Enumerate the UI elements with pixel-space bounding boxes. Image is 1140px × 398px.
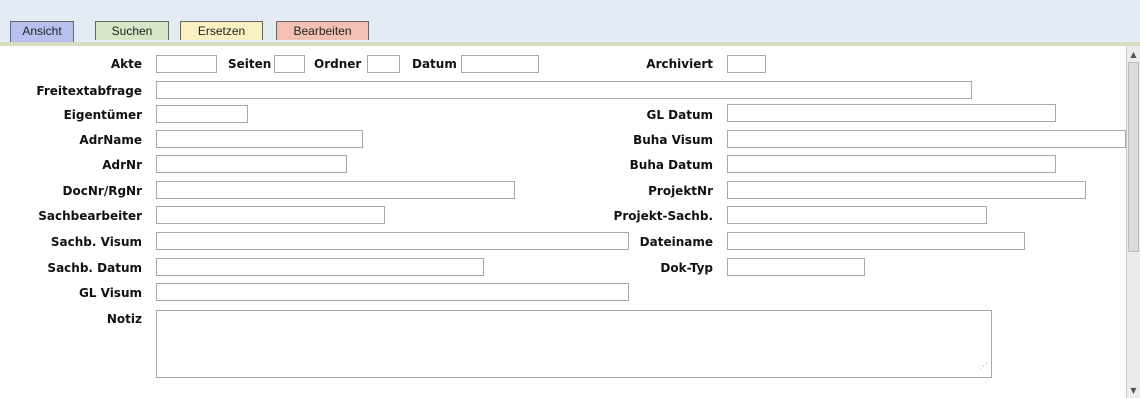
dateiname-input[interactable]: [727, 232, 1025, 250]
label-docnr-rgnr: DocNr/RgNr: [62, 184, 142, 198]
tab-suchen[interactable]: Suchen: [95, 21, 169, 40]
label-sachbearbeiter: Sachbearbeiter: [38, 209, 142, 223]
tab-bar: [0, 0, 1140, 42]
eigentuemer-input[interactable]: [156, 105, 248, 123]
label-eigentuemer: Eigentümer: [63, 108, 142, 122]
label-sachb-datum: Sachb. Datum: [47, 261, 142, 275]
sachb-datum-input[interactable]: [156, 258, 484, 276]
projektnr-input[interactable]: [727, 181, 1086, 199]
adrnr-input[interactable]: [156, 155, 347, 173]
gl-datum-input[interactable]: [727, 104, 1056, 122]
tab-bearbeiten[interactable]: Bearbeiten: [276, 21, 369, 40]
projekt-sachb-input[interactable]: [727, 206, 987, 224]
ordner-input[interactable]: [367, 55, 400, 73]
sachb-visum-input[interactable]: [156, 232, 629, 250]
label-datum: Datum: [412, 57, 457, 71]
seiten-input[interactable]: [274, 55, 305, 73]
tab-ansicht[interactable]: Ansicht: [10, 21, 74, 42]
label-dok-typ: Dok-Typ: [660, 261, 713, 275]
tab-bar-divider: [0, 42, 1140, 46]
label-akte: Akte: [110, 57, 142, 71]
label-freitextabfrage: Freitextabfrage: [36, 84, 142, 98]
vertical-scrollbar[interactable]: ▲ ▼: [1126, 46, 1140, 398]
label-projekt-sachb: Projekt-Sachb.: [613, 209, 713, 223]
scroll-down-arrow-icon[interactable]: ▼: [1127, 384, 1140, 398]
datum-input[interactable]: [461, 55, 539, 73]
notiz-textarea[interactable]: [156, 310, 992, 378]
akte-input[interactable]: [156, 55, 217, 73]
dok-typ-input[interactable]: [727, 258, 865, 276]
label-adrname: AdrName: [79, 133, 142, 147]
scroll-up-arrow-icon[interactable]: ▲: [1127, 48, 1140, 62]
adrname-input[interactable]: [156, 130, 363, 148]
buha-datum-input[interactable]: [727, 155, 1056, 173]
label-gl-datum: GL Datum: [646, 108, 713, 122]
sachbearbeiter-input[interactable]: [156, 206, 385, 224]
label-projektnr: ProjektNr: [648, 184, 713, 198]
scrollbar-thumb[interactable]: [1128, 62, 1139, 252]
label-gl-visum: GL Visum: [78, 286, 142, 300]
docnr-rgnr-input[interactable]: [156, 181, 515, 199]
freitextabfrage-input[interactable]: [156, 81, 972, 99]
label-seiten: Seiten: [228, 57, 272, 71]
label-archiviert: Archiviert: [646, 57, 713, 71]
label-dateiname: Dateiname: [639, 235, 713, 249]
buha-visum-input[interactable]: [727, 130, 1126, 148]
label-adrnr: AdrNr: [102, 158, 142, 172]
archiviert-input[interactable]: [727, 55, 766, 73]
label-ordner: Ordner: [314, 57, 362, 71]
tab-ersetzen[interactable]: Ersetzen: [180, 21, 263, 40]
gl-visum-input[interactable]: [156, 283, 629, 301]
label-notiz: Notiz: [106, 312, 142, 326]
resize-grip-icon[interactable]: ⋰: [974, 360, 988, 374]
label-buha-datum: Buha Datum: [629, 158, 713, 172]
label-buha-visum: Buha Visum: [633, 133, 713, 147]
label-sachb-visum: Sachb. Visum: [50, 235, 142, 249]
